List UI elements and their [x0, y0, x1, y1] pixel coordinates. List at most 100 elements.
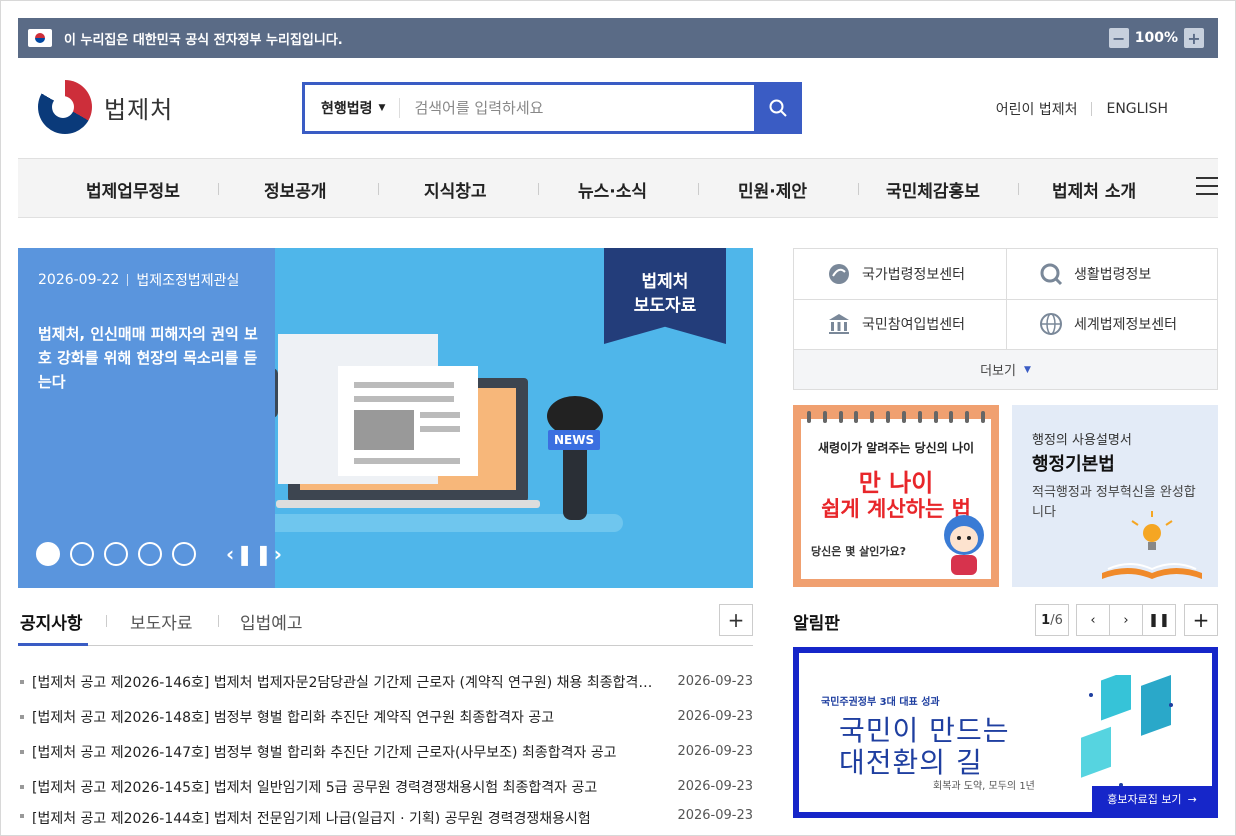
- site-logo[interactable]: 법제처: [38, 80, 173, 134]
- slide-controls: ‹❚❚›: [226, 542, 284, 566]
- pause-icon[interactable]: ❚❚: [236, 542, 274, 566]
- gov-banner: 이 누리집은 대한민국 공식 전자정부 누리집입니다. − 100% +: [18, 18, 1218, 58]
- tab-notice[interactable]: 공지사항: [20, 609, 83, 634]
- board-total-pages: /6: [1050, 612, 1063, 628]
- board-banner-subtitle: 국민주권정부 3대 대표 성과: [821, 697, 940, 708]
- chevron-right-icon: ›: [1123, 612, 1129, 628]
- quick-link-national-law[interactable]: 국가법령정보센터: [794, 249, 1006, 299]
- globe-icon: [1038, 311, 1064, 337]
- next-slide-icon[interactable]: ›: [274, 542, 284, 566]
- ribbon-line1: 법제처: [641, 272, 689, 292]
- hamburger-menu-icon[interactable]: [1196, 177, 1218, 195]
- zoom-level: 100%: [1134, 30, 1178, 46]
- nav-about[interactable]: 법제처 소개: [1052, 177, 1136, 202]
- active-tab-indicator: [18, 643, 88, 646]
- korea-flag-icon: [28, 29, 52, 47]
- notice-title: [법제처 공고 제2026-145호] 법제처 일반임기제 5급 공무원 경력경…: [32, 779, 598, 796]
- divider: [218, 615, 219, 627]
- nav-info-disclosure[interactable]: 정보공개: [264, 177, 327, 202]
- list-item[interactable]: [법제처 공고 제2026-147호] 범정부 형벌 합리화 추진단 기간제 근…: [18, 734, 753, 769]
- site-name: 법제처: [104, 95, 174, 124]
- nav-legal-work[interactable]: 법제업무정보: [86, 177, 180, 202]
- notice-list: [법제처 공고 제2026-146호] 법제처 법제자문2담당관실 기간제 근로…: [18, 664, 753, 824]
- search-category-select[interactable]: 현행법령 ▼: [305, 98, 401, 118]
- notice-more-button[interactable]: +: [719, 604, 753, 636]
- mascot-icon: [944, 515, 984, 575]
- list-item[interactable]: [법제처 공고 제2026-145호] 법제처 일반임기제 5급 공무원 경력경…: [18, 769, 753, 804]
- admin-law-banner[interactable]: 행정의 사용설명서 행정기본법 적극행정과 정부혁신을 완성합니다: [1012, 405, 1218, 587]
- zoom-in-button[interactable]: +: [1184, 28, 1204, 48]
- quick-link-participation[interactable]: 국민참여입법센터: [794, 299, 1006, 349]
- press-kit-label: 홍보자료집 보기: [1107, 793, 1182, 806]
- tab-legislation[interactable]: 입법예고: [240, 609, 303, 634]
- slide-dot[interactable]: [138, 542, 162, 566]
- more-button[interactable]: 더보기 ▼: [794, 349, 1217, 389]
- slide-dot[interactable]: [36, 542, 60, 566]
- hero-caption-panel: 2026-09-22 법제조정법제관실 법제처, 인신매매 피해자의 권익 보호…: [18, 248, 282, 588]
- caret-down-icon: ▼: [1023, 364, 1031, 375]
- board-prev-button[interactable]: ‹: [1076, 604, 1110, 636]
- notice-date: 2026-09-23: [677, 808, 753, 823]
- hero-title[interactable]: 법제처, 인신매매 피해자의 권익 보호 강화를 위해 현장의 목소리를 듣는다: [38, 322, 263, 394]
- slide-dot[interactable]: [70, 542, 94, 566]
- list-item[interactable]: [법제처 공고 제2026-144호] 법제처 전문임기제 나급(일급지 · 기…: [18, 804, 753, 824]
- bullet-icon: [20, 679, 24, 684]
- zoom-out-button[interactable]: −: [1108, 28, 1129, 48]
- notepad-rings: [801, 411, 991, 423]
- notice-date: 2026-09-23: [677, 709, 753, 724]
- hero-slider[interactable]: 법제처 보도자료 NEWS 2026-09-22 법제조정법제관실 법제처, 인…: [18, 248, 753, 588]
- slide-dot[interactable]: [104, 542, 128, 566]
- notice-title: [법제처 공고 제2026-148호] 범정부 형벌 합리화 추진단 계약직 연…: [32, 709, 555, 726]
- prev-slide-icon[interactable]: ‹: [226, 542, 236, 566]
- chevron-left-icon: ‹: [1090, 612, 1096, 628]
- taegeuk-logo-icon: [38, 80, 92, 134]
- quick-link-label: 국가법령정보센터: [862, 267, 966, 283]
- nav-petition[interactable]: 민원·제안: [738, 177, 807, 202]
- search-input[interactable]: [400, 99, 731, 117]
- law-center-icon: [826, 261, 852, 287]
- board-banner-title-line2: 대전환의 길: [839, 746, 983, 779]
- pause-icon: ❚❚: [1148, 612, 1170, 628]
- kids-link[interactable]: 어린이 법제처: [996, 99, 1078, 119]
- board-banner[interactable]: 국민주권정부 3대 대표 성과 국민이 만드는 대전환의 길 회복과 도약, 모…: [793, 647, 1218, 818]
- banner2-title: 행정기본법: [1032, 454, 1115, 475]
- divider: [1091, 102, 1093, 116]
- board-banner-footer: 회복과 도약, 모두의 1년: [933, 781, 1035, 792]
- nav-knowledge[interactable]: 지식창고: [424, 177, 487, 202]
- banner1-line1: 새령이가 알려주는 당신의 나이: [817, 441, 975, 455]
- board-title: 알림판: [793, 614, 840, 634]
- building-icon: [826, 311, 852, 337]
- board-pagination: 1/6: [1035, 604, 1069, 636]
- notice-title: [법제처 공고 제2026-144호] 법제처 전문임기제 나급(일급지 · 기…: [32, 811, 591, 824]
- magnifier-icon: [1038, 261, 1064, 287]
- divider: [218, 183, 219, 195]
- main-nav: 법제업무정보 정보공개 지식창고 뉴스·소식 민원·제안 국민체감홍보 법제처 …: [18, 158, 1218, 218]
- arrow-right-icon: →: [1187, 792, 1197, 806]
- quick-link-life-law[interactable]: 생활법령정보: [1006, 249, 1218, 299]
- plus-icon: +: [1192, 608, 1210, 632]
- list-item[interactable]: [법제처 공고 제2026-148호] 범정부 형벌 합리화 추진단 계약직 연…: [18, 699, 753, 734]
- list-item[interactable]: [법제처 공고 제2026-146호] 법제처 법제자문2담당관실 기간제 근로…: [18, 664, 753, 699]
- press-kit-button[interactable]: 홍보자료집 보기 →: [1092, 786, 1212, 812]
- age-calc-banner[interactable]: 새령이가 알려주는 당신의 나이 만 나이 쉽게 계산하는 법 당신은 몇 살인…: [793, 405, 999, 587]
- tab-press[interactable]: 보도자료: [130, 609, 193, 634]
- board-pause-button[interactable]: ❚❚: [1142, 604, 1176, 636]
- slide-dot[interactable]: [172, 542, 196, 566]
- board-more-button[interactable]: +: [1184, 604, 1218, 636]
- quick-link-label: 국민참여입법센터: [862, 317, 966, 333]
- nav-public-pr[interactable]: 국민체감홍보: [886, 177, 980, 202]
- quick-link-world-law[interactable]: 세계법제정보센터: [1006, 299, 1218, 349]
- notice-title: [법제처 공고 제2026-146호] 법제처 법제자문2담당관실 기간제 근로…: [32, 674, 657, 691]
- hero-dept: 법제조정법제관실: [136, 273, 240, 289]
- divider: [378, 183, 379, 195]
- nav-news[interactable]: 뉴스·소식: [578, 177, 647, 202]
- notice-date: 2026-09-23: [677, 744, 753, 759]
- search-button[interactable]: [754, 82, 802, 134]
- divider: [538, 183, 539, 195]
- english-link[interactable]: ENGLISH: [1106, 101, 1168, 117]
- notice-date: 2026-09-23: [677, 779, 753, 794]
- slide-dots: [36, 542, 196, 566]
- lightbulb-book-icon: [1102, 511, 1202, 579]
- bullet-icon: [20, 814, 24, 818]
- board-next-button[interactable]: ›: [1109, 604, 1143, 636]
